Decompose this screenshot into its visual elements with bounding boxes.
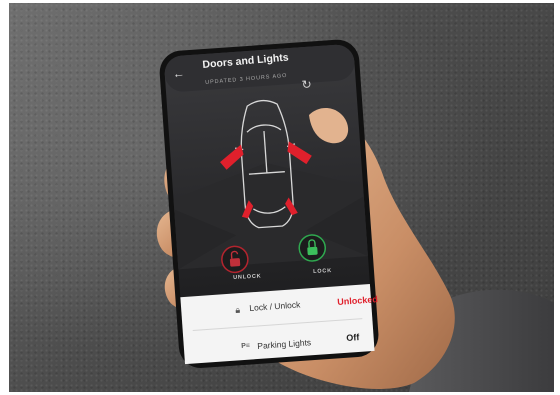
parking-lights-icon: P≡ bbox=[241, 342, 251, 350]
back-arrow-icon[interactable]: ← bbox=[172, 66, 185, 81]
parking-lights-value: Off bbox=[346, 332, 360, 343]
lock-button-label[interactable]: LOCK bbox=[313, 268, 332, 275]
photo-scene: ← Doors and Lights UPDATED 3 HOURS AGO ↻… bbox=[9, 3, 554, 392]
refresh-icon[interactable]: ↻ bbox=[301, 77, 312, 92]
lock-icon: 🔒︎ bbox=[235, 304, 241, 315]
